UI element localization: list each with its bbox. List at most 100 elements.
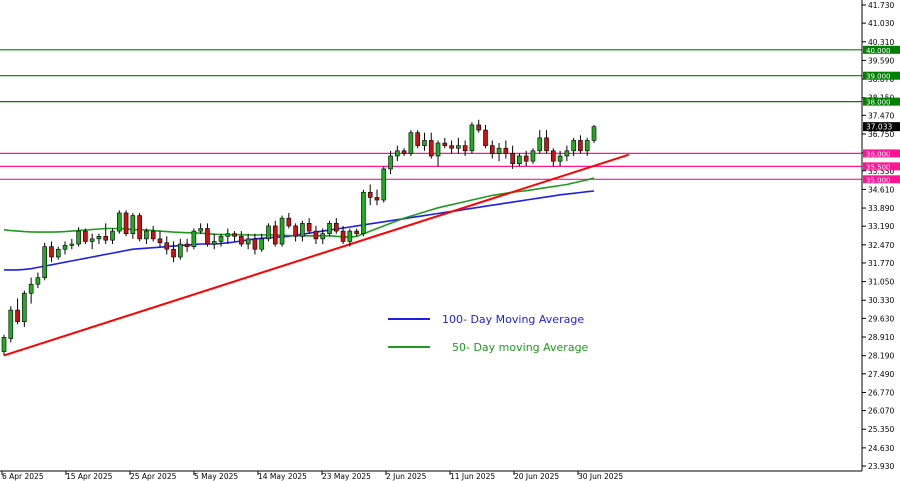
candle-body [381, 168, 387, 201]
y-tick-label: 39.590 [868, 56, 894, 65]
x-tick-label: 14 May 2025 [258, 472, 307, 481]
x-tick-label: 20 Jun 2025 [514, 472, 559, 481]
x-tick-label: 11 Jun 2025 [450, 472, 495, 481]
candle-body [150, 230, 156, 240]
candle-body [130, 215, 136, 234]
candle-body [415, 132, 420, 146]
candle-body [55, 248, 61, 258]
candle-body [408, 132, 414, 154]
candle-body [300, 223, 305, 237]
candle-body [347, 230, 353, 242]
x-tick-label: 6 Apr 2025 [2, 472, 44, 481]
y-tick-label: 28.910 [868, 333, 894, 342]
candle-body [578, 140, 583, 152]
y-tick-label: 33.190 [868, 222, 894, 231]
candle-body [8, 309, 14, 339]
y-tick-label: 29.630 [868, 314, 894, 323]
candle-body [327, 223, 332, 234]
candle-body [259, 238, 265, 250]
candle-body [272, 225, 278, 245]
candle-body [388, 155, 393, 170]
candle-body [184, 243, 190, 247]
candle-body [489, 145, 495, 154]
candle-body [557, 155, 563, 162]
candle-body [157, 238, 163, 244]
y-tick-label: 28.190 [868, 352, 894, 361]
candle-body [96, 235, 102, 240]
candle-body [503, 147, 509, 154]
level-label: 36.000 [866, 150, 891, 158]
candle-body [591, 126, 597, 141]
candle-body [28, 283, 34, 294]
x-tick-label: 23 May 2025 [322, 472, 371, 481]
candle-body [164, 242, 170, 250]
candle-body [530, 150, 536, 162]
candle-body [422, 140, 427, 146]
candle-body [144, 230, 149, 240]
y-tick-label: 25.350 [868, 425, 894, 434]
candle-body [374, 197, 380, 201]
level-label: 35.000 [866, 176, 891, 184]
candle-body [191, 230, 197, 247]
candle-body [571, 140, 576, 152]
candle-body [35, 277, 41, 285]
level-label: 39.000 [866, 73, 891, 81]
candle-body [523, 155, 529, 162]
candle-body [266, 225, 271, 240]
level-label: 38.000 [866, 99, 891, 107]
candle-body [211, 241, 217, 245]
x-tick-label: 25 Apr 2025 [130, 472, 177, 481]
y-tick-label: 26.070 [868, 407, 894, 416]
candle-body [89, 238, 95, 242]
candle-body [103, 235, 109, 241]
candle-body [83, 230, 88, 242]
y-tick-label: 40.310 [868, 38, 894, 47]
level-label: 35.500 [866, 163, 891, 171]
candle-body [469, 124, 475, 152]
candle-body [15, 309, 20, 323]
candle-body [171, 248, 176, 258]
candle-body [584, 140, 590, 152]
candle-body [245, 238, 251, 245]
y-tick-label: 26.770 [868, 388, 894, 397]
candle-body [286, 217, 292, 227]
candle-body [232, 233, 237, 237]
last-price-marker: 37.033 [863, 122, 900, 132]
candle-body [340, 230, 346, 242]
y-tick-label: 37.470 [868, 111, 894, 120]
candle-body [401, 150, 407, 154]
candle-body [306, 223, 312, 232]
level-label: 40.000 [866, 47, 891, 55]
candle-body [361, 191, 366, 234]
legend-label: 100- Day Moving Average [442, 313, 584, 326]
candle-body [435, 142, 441, 157]
candle-body [293, 225, 298, 237]
candle-body [42, 246, 47, 279]
candle-body [313, 230, 319, 240]
candle-body [116, 212, 122, 232]
candle-body [462, 145, 468, 152]
y-tick-label: 41.030 [868, 19, 894, 28]
last-price-label: 37.033 [866, 123, 892, 132]
candle-body [123, 212, 129, 234]
candle-body [178, 243, 183, 258]
candle-body [496, 147, 502, 154]
candle-body [22, 292, 27, 323]
candle-body [333, 223, 339, 232]
candle-body [456, 145, 461, 149]
candle-body [476, 124, 482, 131]
candle-body [510, 153, 515, 165]
candle-body [354, 230, 359, 234]
candle-body [544, 137, 549, 152]
candle-body [564, 150, 570, 157]
candle-body [537, 137, 543, 152]
plot-background [0, 0, 862, 471]
x-tick-label: 5 May 2025 [194, 472, 238, 481]
candle-body [483, 129, 488, 146]
candle-body [517, 155, 522, 165]
candle-body [252, 238, 258, 250]
y-tick-label: 27.490 [868, 370, 894, 379]
candle-body [49, 246, 54, 258]
candle-body [218, 235, 224, 242]
candle-body [442, 142, 448, 146]
